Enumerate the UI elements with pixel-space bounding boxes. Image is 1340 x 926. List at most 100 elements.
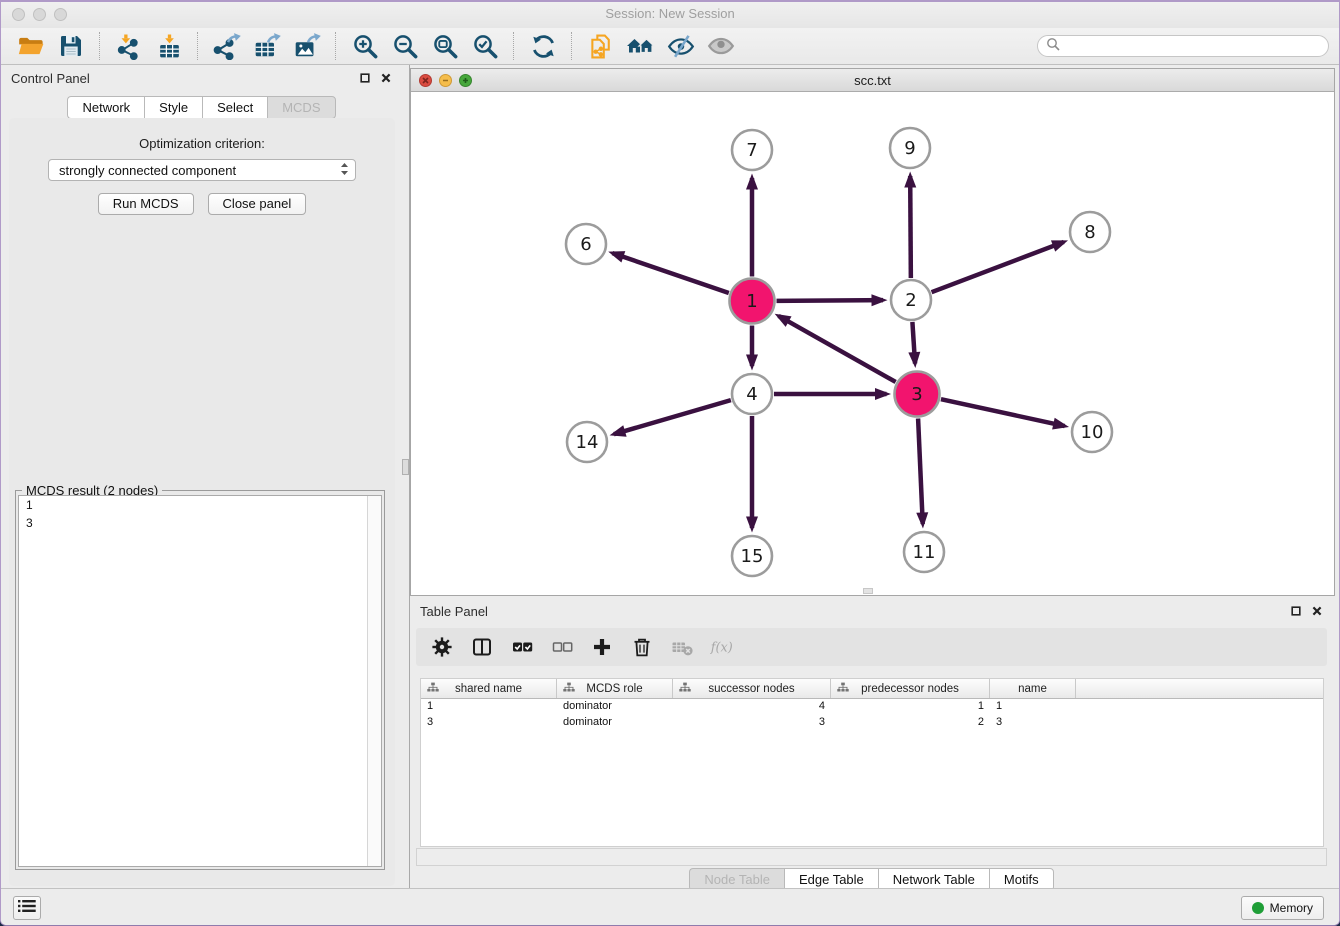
import-table-icon[interactable] [149, 31, 189, 61]
float-panel-icon[interactable] [359, 72, 371, 84]
graph-node-15[interactable]: 15 [732, 536, 772, 576]
network-window-titlebar[interactable]: scc.txt [411, 69, 1334, 92]
cell-successor-nodes[interactable]: 3 [673, 715, 831, 731]
search-input[interactable] [1065, 38, 1320, 54]
graph-edge-3-10[interactable] [941, 399, 1065, 426]
svg-text:1: 1 [746, 291, 757, 312]
toolbar-separator [513, 32, 515, 60]
graph-edge-1-2[interactable] [776, 300, 883, 301]
graph-node-7[interactable]: 7 [732, 130, 772, 170]
export-network-icon[interactable] [207, 31, 247, 61]
tab-mcds[interactable]: MCDS [267, 96, 335, 119]
cell-name[interactable]: 1 [990, 699, 1076, 715]
show-all-icon[interactable] [701, 31, 741, 61]
table-toolbar: f(x) [416, 628, 1327, 666]
import-network-icon[interactable] [109, 31, 149, 61]
table-horizontal-scrollbar[interactable] [416, 848, 1327, 866]
new-network-from-selection-icon[interactable] [581, 31, 621, 61]
column-header-MCDS-role[interactable]: MCDS role [557, 679, 673, 698]
graph-edge-3-11[interactable] [918, 418, 923, 524]
criterion-select[interactable]: strongly connected component [48, 159, 356, 181]
svg-text:2: 2 [905, 290, 916, 311]
column-header-successor-nodes[interactable]: successor nodes [673, 679, 831, 698]
table-row[interactable]: 3dominator323 [421, 715, 1323, 731]
add-row-icon[interactable] [590, 635, 614, 659]
open-file-icon[interactable] [11, 31, 51, 61]
cell-successor-nodes[interactable]: 4 [673, 699, 831, 715]
cell-predecessor-nodes[interactable]: 2 [831, 715, 990, 731]
select-all-icon[interactable] [510, 635, 534, 659]
tab-network[interactable]: Network [67, 96, 144, 119]
graph-edge-3-1[interactable] [779, 316, 896, 382]
network-zoom-button[interactable] [459, 74, 472, 87]
network-minimize-button[interactable] [439, 74, 452, 87]
zoom-selected-icon[interactable] [465, 31, 505, 61]
table-row[interactable]: 1dominator411 [421, 699, 1323, 715]
graph-edge-2-9[interactable] [910, 176, 911, 278]
graph-node-4[interactable]: 4 [732, 374, 772, 414]
first-neighbors-icon[interactable] [621, 31, 661, 61]
column-type-icon [679, 682, 691, 697]
cell-predecessor-nodes[interactable]: 1 [831, 699, 990, 715]
column-header-name[interactable]: name [990, 679, 1076, 698]
graph-node-11[interactable]: 11 [904, 532, 944, 572]
graph-node-10[interactable]: 10 [1072, 412, 1112, 452]
graph-node-8[interactable]: 8 [1070, 212, 1110, 252]
window-titlebar: Session: New Session [1, 2, 1339, 28]
graph-node-2[interactable]: 2 [891, 280, 931, 320]
splitter-grip[interactable] [402, 459, 409, 475]
unselect-all-icon[interactable] [550, 635, 574, 659]
cell-shared-name[interactable]: 3 [421, 715, 557, 731]
export-table-icon[interactable] [247, 31, 287, 61]
graph-edge-2-3[interactable] [912, 322, 915, 364]
node-table: shared nameMCDS rolesuccessor nodesprede… [420, 678, 1324, 847]
graph-edge-4-14[interactable] [614, 400, 731, 434]
graph-node-3[interactable]: 3 [895, 372, 940, 417]
close-panel-button[interactable]: Close panel [208, 193, 307, 215]
svg-text:15: 15 [741, 546, 764, 567]
cell-name[interactable]: 3 [990, 715, 1076, 731]
close-panel-icon[interactable] [380, 72, 392, 84]
canvas-grip[interactable] [863, 588, 873, 594]
settings-icon[interactable] [430, 635, 454, 659]
cell-MCDS-role[interactable]: dominator [557, 715, 673, 731]
network-graph: 7 9 6 8 1 2 4 3 14 10 15 11 [411, 92, 1334, 595]
mcds-result-scrollbar[interactable] [367, 496, 381, 866]
export-image-icon[interactable] [287, 31, 327, 61]
graph-node-6[interactable]: 6 [566, 224, 606, 264]
mcds-result-item[interactable]: 3 [19, 514, 381, 532]
graph-node-9[interactable]: 9 [890, 128, 930, 168]
memory-button[interactable]: Memory [1241, 896, 1324, 920]
svg-text:4: 4 [746, 384, 757, 405]
panel-splitter[interactable] [402, 65, 410, 892]
mcds-result-item[interactable]: 1 [19, 496, 381, 514]
graph-node-1[interactable]: 1 [730, 279, 775, 324]
refresh-view-icon[interactable] [523, 31, 563, 61]
network-window: scc.txt 7 9 6 8 1 2 4 3 14 10 15 11 [410, 68, 1335, 596]
close-table-panel-icon[interactable] [1311, 605, 1323, 617]
zoom-fit-icon[interactable] [425, 31, 465, 61]
toggle-columns-icon[interactable] [470, 635, 494, 659]
graph-node-14[interactable]: 14 [567, 422, 607, 462]
task-history-button[interactable] [13, 896, 41, 920]
column-header-predecessor-nodes[interactable]: predecessor nodes [831, 679, 990, 698]
run-mcds-button[interactable]: Run MCDS [98, 193, 194, 215]
save-session-icon[interactable] [51, 31, 91, 61]
graph-edge-1-6[interactable] [612, 253, 728, 293]
network-canvas[interactable]: 7 9 6 8 1 2 4 3 14 10 15 11 [411, 92, 1334, 595]
mcds-result-list[interactable]: 13 [18, 495, 382, 867]
hide-selected-icon[interactable] [661, 31, 701, 61]
column-header-shared-name[interactable]: shared name [421, 679, 557, 698]
search-field[interactable] [1037, 35, 1329, 57]
float-table-panel-icon[interactable] [1290, 605, 1302, 617]
graph-edge-2-8[interactable] [932, 242, 1064, 292]
delete-row-icon[interactable] [630, 635, 654, 659]
zoom-in-icon[interactable] [345, 31, 385, 61]
tab-style[interactable]: Style [144, 96, 202, 119]
tab-select[interactable]: Select [202, 96, 267, 119]
zoom-out-icon[interactable] [385, 31, 425, 61]
network-close-button[interactable] [419, 74, 432, 87]
control-panel: Control Panel NetworkStyleSelectMCDS Opt… [1, 65, 402, 892]
cell-shared-name[interactable]: 1 [421, 699, 557, 715]
cell-MCDS-role[interactable]: dominator [557, 699, 673, 715]
